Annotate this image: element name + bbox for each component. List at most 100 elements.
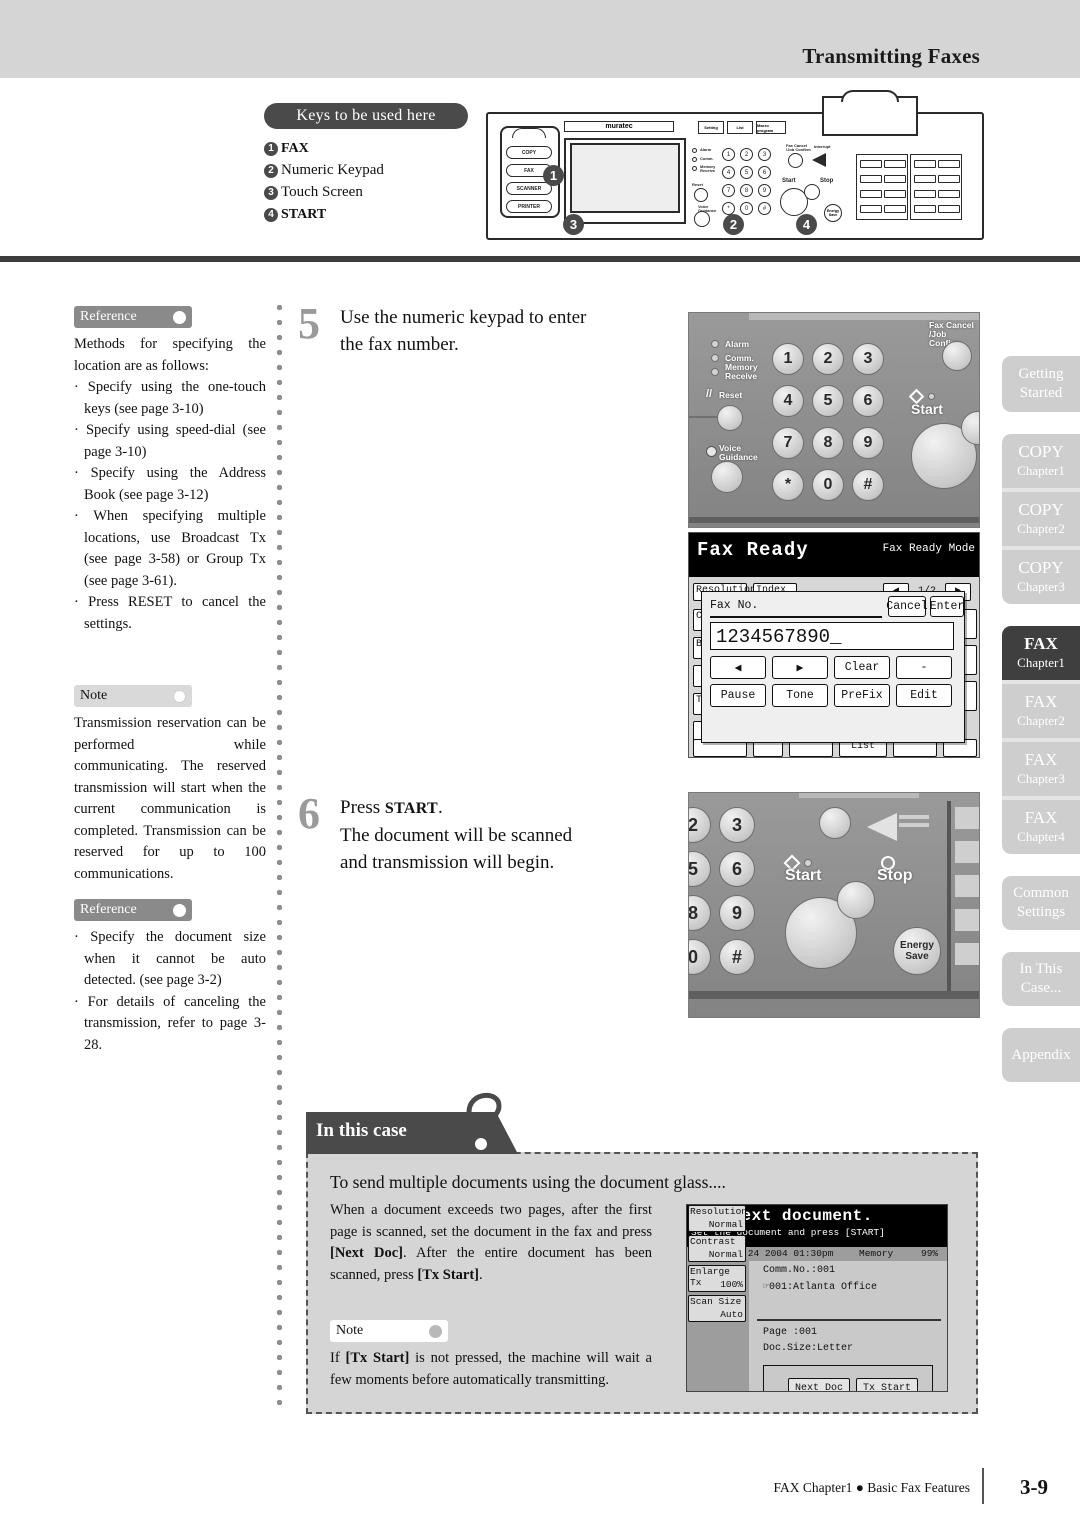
machine-one-touch-key: [884, 205, 906, 213]
tab-copy-chapter1-sub: Chapter1: [1017, 463, 1065, 478]
reference-bullet: For details of canceling the transmissio…: [74, 992, 266, 1057]
machine-key-1: 1: [722, 148, 735, 161]
reference-tag-1: Reference: [74, 306, 192, 328]
machine-lcd-screen: [570, 143, 680, 213]
callout-4: 4: [796, 214, 817, 235]
lcd2-contrast-button[interactable]: Contrast Normal: [688, 1235, 746, 1262]
lcd2-destination-text: 001:Atlanta Office: [769, 1282, 878, 1293]
tab-fax-chapter3[interactable]: FAX Chapter3: [1002, 742, 1080, 796]
machine-comm-led: [692, 157, 697, 162]
tab-fax-chapter1[interactable]: FAX Chapter1: [1002, 626, 1080, 680]
tab-copy-chapter2-sub: Chapter2: [1017, 521, 1065, 536]
machine-one-touch-key: [860, 160, 882, 168]
lcd2-resolution-button[interactable]: Resolution Normal: [688, 1205, 747, 1232]
reference-tag-dot-icon: [173, 310, 186, 324]
alarm-led-icon: [711, 340, 719, 348]
callout-3: 3: [563, 214, 584, 235]
question-mark-icon: [455, 1082, 511, 1167]
prefix-button[interactable]: PreFix: [834, 684, 890, 707]
reference-tag-label: Reference: [80, 902, 137, 917]
lcd-mode-label: Fax Ready Mode: [882, 543, 975, 555]
tab-fax-chapter4[interactable]: FAX Chapter4: [1002, 800, 1080, 854]
machine-voice-guidance-key: [694, 211, 710, 227]
machine-one-touch-key: [938, 190, 960, 198]
reference-tag-label: Reference: [80, 309, 137, 324]
machine-key-7: 7: [722, 184, 735, 197]
voice-guidance-key: [711, 461, 743, 493]
itc-p-tx-start: [Tx Start]: [417, 1266, 480, 1283]
lcd2-scan-size-label: Scan Size: [690, 1296, 742, 1307]
machine-memory-receive-led: [692, 166, 697, 171]
cursor-right-button[interactable]: ▶: [772, 656, 828, 679]
machine-one-touch-key: [914, 205, 936, 213]
in-this-case-heading: To send multiple documents using the doc…: [330, 1172, 726, 1192]
tab-getting-started[interactable]: Getting Started: [1002, 356, 1080, 412]
itc-p-part5: .: [479, 1266, 483, 1283]
machine-one-touch-key: [914, 190, 936, 198]
cursor-left-button[interactable]: ◀: [710, 656, 766, 679]
reset-key: [717, 405, 743, 431]
hyphen-button[interactable]: -: [896, 656, 952, 679]
footer-divider: [982, 1468, 984, 1504]
start-led-icon: [804, 859, 812, 867]
lcd2-scan-size-button[interactable]: Scan Size Auto: [688, 1295, 746, 1322]
keys-list-item: 2 Numeric Keypad: [264, 160, 494, 181]
keypad-top-edge: [749, 313, 979, 320]
stop-label: Stop: [877, 867, 913, 884]
lcd2-contrast-label: Contrast: [690, 1236, 736, 1247]
key-hash: #: [852, 469, 884, 501]
reset-label: Reset: [719, 390, 743, 400]
keypad-photo-step6: 2 3 5 6 8 9 0 # Start Stop Energy Save: [688, 792, 980, 1018]
machine-fax-cancel-label: Fax Cancel /Job Confirm: [786, 143, 811, 152]
key-0: 0: [812, 469, 844, 501]
machine-control-panel-illustration: COPY FAX SCANNER PRINTER muratec Setting…: [486, 90, 984, 244]
lcd2-enlarge-tx-button[interactable]: Enlarge Tx 100%: [688, 1265, 746, 1292]
machine-key-2: 2: [740, 148, 753, 161]
reference-bullet: When specifying multiple locations, use …: [74, 506, 266, 592]
machine-interrupt-arrow-icon: [812, 153, 826, 167]
keys-label-start: START: [281, 206, 327, 222]
footer-page-number: 3-9: [1020, 1475, 1048, 1499]
key-6: 6: [852, 385, 884, 417]
tab-copy-chapter2[interactable]: COPY Chapter2: [1002, 492, 1080, 546]
machine-one-touch-key: [938, 205, 960, 213]
lcd2-button-box: Next Doc Tx Start: [763, 1365, 933, 1391]
lcd2-main-area: Comm.No.:001 ☞001:Atlanta Office Page :0…: [749, 1261, 947, 1391]
keypad-bottom-edge: [689, 517, 979, 523]
tab-appendix[interactable]: Appendix: [1002, 1028, 1080, 1082]
keys-label-fax: FAX: [281, 140, 309, 156]
reference-bullet: Specify using the one-touch keys (see pa…: [74, 377, 266, 420]
keys-list-item: 4 START: [264, 204, 494, 225]
voice-guidance-icon: [706, 446, 717, 457]
tab-copy-chapter1[interactable]: COPY Chapter1: [1002, 434, 1080, 488]
machine-reset-key: [694, 188, 708, 202]
column-divider-dots: [276, 300, 283, 1410]
dialog-enter-button[interactable]: Enter: [930, 596, 964, 617]
tab-in-this-case[interactable]: In This Case...: [1002, 952, 1080, 1006]
machine-one-touch-key: [860, 205, 882, 213]
tab-getting-started-line1: Getting: [1018, 366, 1064, 382]
reference-bullet: Specify using the Address Book (see page…: [74, 463, 266, 506]
itc-p-next-doc: [Next Doc]: [330, 1245, 403, 1261]
edit-button[interactable]: Edit: [896, 684, 952, 707]
note-tag-1: Note: [74, 685, 192, 707]
fax-no-label: Fax No.: [710, 599, 759, 612]
lcd2-next-doc-button[interactable]: Next Doc: [788, 1378, 850, 1391]
pause-button[interactable]: Pause: [710, 684, 766, 707]
lcd2-tx-start-button[interactable]: Tx Start: [856, 1378, 918, 1391]
tab-common-settings[interactable]: Common Settings: [1002, 876, 1080, 930]
dialog-cancel-button[interactable]: Cancel: [886, 596, 928, 617]
tab-appendix-title: Appendix: [1011, 1046, 1071, 1063]
tab-copy-chapter3[interactable]: COPY Chapter3: [1002, 550, 1080, 604]
key-3: 3: [719, 807, 755, 843]
tab-fax-chapter2[interactable]: FAX Chapter2: [1002, 684, 1080, 738]
keypad-photo-step5: Alarm Comm. Memory Receive Reset // Voic…: [688, 312, 980, 528]
machine-key-3: 3: [758, 148, 771, 161]
itc-n-tx-start: [Tx Start]: [345, 1350, 410, 1366]
tab-copy-chapter1-title: COPY: [1018, 442, 1064, 461]
tone-button[interactable]: Tone: [772, 684, 828, 707]
note-body-text: Transmission reservation can be performe…: [74, 715, 266, 882]
key-4: 4: [772, 385, 804, 417]
reference-intro-text: Methods for specifying the location are …: [74, 336, 266, 374]
clear-button[interactable]: Clear: [834, 656, 890, 679]
